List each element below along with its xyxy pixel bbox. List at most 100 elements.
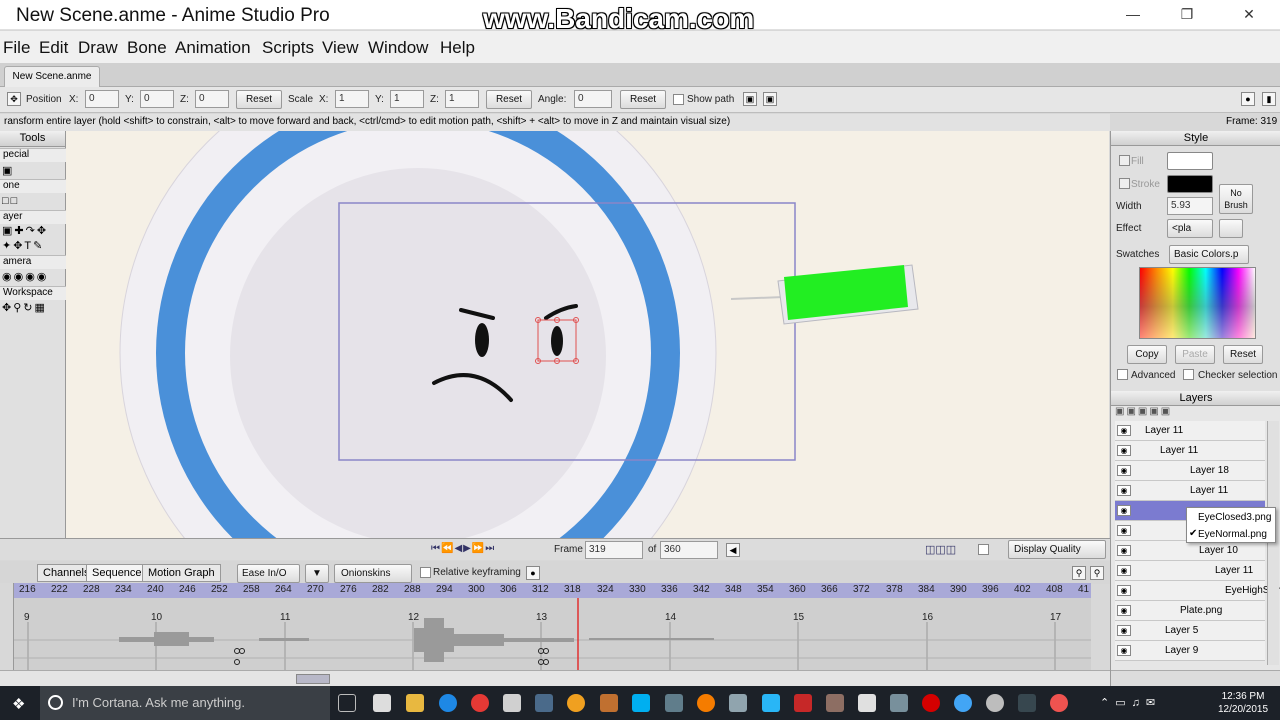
layer-row[interactable]: ◉ Plate.png bbox=[1115, 601, 1265, 621]
popup-item-eyenormal[interactable]: EyeNormal.png bbox=[1198, 529, 1267, 540]
app-icon[interactable] bbox=[697, 694, 715, 712]
menu-scripts[interactable]: Scripts bbox=[262, 38, 314, 58]
layer-row[interactable]: ◉ Layer 10 bbox=[1115, 541, 1265, 561]
menu-bone[interactable]: Bone bbox=[127, 38, 167, 58]
cortana-search[interactable]: I'm Cortana. Ask me anything. bbox=[40, 686, 330, 720]
visibility-icon[interactable]: ◉ bbox=[1117, 565, 1131, 576]
lock-icon[interactable]: ● bbox=[526, 566, 540, 580]
tab-motion-graph[interactable]: Motion Graph bbox=[142, 564, 221, 582]
app-icon[interactable] bbox=[890, 694, 908, 712]
stroke-color-swatch[interactable] bbox=[1167, 175, 1213, 193]
scale-reset-button[interactable]: Reset bbox=[486, 90, 532, 109]
app-icon[interactable] bbox=[665, 694, 683, 712]
maximize-button[interactable]: ❐ bbox=[1164, 0, 1210, 30]
timeline-tracks[interactable]: 9 10 11 12 13 14 15 16 17 bbox=[14, 598, 1091, 670]
app-icon[interactable] bbox=[954, 694, 972, 712]
show-path-checkbox[interactable] bbox=[673, 94, 684, 105]
flip-h-icon[interactable]: ▣ bbox=[743, 92, 757, 106]
display-toggle-checkbox[interactable] bbox=[978, 544, 989, 555]
visibility-icon[interactable]: ◉ bbox=[1117, 485, 1131, 496]
app-icon[interactable] bbox=[794, 694, 812, 712]
brush-button[interactable]: No Brush bbox=[1219, 184, 1253, 214]
visibility-icon[interactable]: ◉ bbox=[1117, 465, 1131, 476]
app-icon[interactable] bbox=[762, 694, 780, 712]
stroke-checkbox[interactable] bbox=[1119, 178, 1130, 189]
effect-dropdown[interactable]: <pla bbox=[1167, 219, 1213, 238]
zoom-in-icon[interactable]: ⚲ bbox=[1090, 566, 1104, 580]
anime-studio-icon[interactable] bbox=[535, 694, 553, 712]
visibility-icon[interactable]: ◉ bbox=[1117, 605, 1131, 616]
menu-draw[interactable]: Draw bbox=[78, 38, 118, 58]
layer-row[interactable]: ◉ Layer 11 bbox=[1115, 561, 1265, 581]
visibility-icon[interactable]: ◉ bbox=[1117, 445, 1131, 456]
copy-button[interactable]: Copy bbox=[1127, 345, 1167, 364]
visibility-icon[interactable]: ◉ bbox=[1117, 625, 1131, 636]
layer-row[interactable]: ◉ Layer 9 bbox=[1115, 641, 1265, 661]
position-z-field[interactable]: 0 bbox=[195, 90, 229, 108]
layer-tools-row1[interactable]: ▣✚↷✥ bbox=[2, 224, 48, 237]
layer-row[interactable]: ◉ EyeHighSlar bbox=[1115, 581, 1280, 601]
fill-checkbox[interactable] bbox=[1119, 155, 1130, 166]
checker-selection-checkbox[interactable] bbox=[1183, 369, 1194, 380]
color-swatches-grid[interactable] bbox=[1139, 267, 1256, 339]
scale-y-field[interactable]: 1 bbox=[390, 90, 424, 108]
position-reset-button[interactable]: Reset bbox=[236, 90, 282, 109]
minimize-button[interactable]: — bbox=[1110, 0, 1156, 30]
app-icon[interactable] bbox=[858, 694, 876, 712]
visibility-icon[interactable]: ◉ bbox=[1117, 585, 1131, 596]
visibility-icon[interactable]: ◉ bbox=[1117, 425, 1131, 436]
store-icon[interactable] bbox=[373, 694, 391, 712]
bone-tools-icon[interactable]: □□ bbox=[2, 195, 19, 207]
scrollbar-thumb[interactable] bbox=[296, 674, 330, 684]
app-icon[interactable] bbox=[986, 694, 1004, 712]
app-icon[interactable] bbox=[567, 694, 585, 712]
layers-scrollbar[interactable] bbox=[1267, 421, 1279, 665]
special-tool-icon[interactable]: ▣ bbox=[2, 164, 14, 177]
canvas[interactable] bbox=[66, 131, 1109, 538]
position-x-field[interactable]: 0 bbox=[85, 90, 119, 108]
advanced-checkbox[interactable] bbox=[1117, 369, 1128, 380]
start-windows-icon[interactable]: ❖ bbox=[12, 695, 25, 713]
layer-row[interactable]: ◉ Layer 5 bbox=[1115, 621, 1265, 641]
view-mode-icons[interactable]: ◫◫◫ bbox=[925, 543, 956, 556]
angle-reset-button[interactable]: Reset bbox=[620, 90, 666, 109]
menu-window[interactable]: Window bbox=[368, 38, 428, 58]
zoom-out-icon[interactable]: ⚲ bbox=[1072, 566, 1086, 580]
visibility-icon[interactable]: ◉ bbox=[1117, 505, 1131, 516]
interpolation-options-icon[interactable]: ▼ bbox=[305, 564, 329, 583]
visibility-icon[interactable]: ◉ bbox=[1117, 525, 1131, 536]
workspace-tools-icons[interactable]: ✥⚲↻▦ bbox=[2, 301, 47, 314]
angle-field[interactable]: 0 bbox=[574, 90, 612, 108]
skype-icon[interactable] bbox=[632, 694, 650, 712]
position-y-field[interactable]: 0 bbox=[140, 90, 174, 108]
clock[interactable]: 12:36 PM 12/20/2015 bbox=[1218, 690, 1268, 716]
width-field[interactable]: 5.93 bbox=[1167, 197, 1213, 215]
visibility-icon[interactable]: ◉ bbox=[1117, 545, 1131, 556]
scale-z-field[interactable]: 1 bbox=[445, 90, 479, 108]
effect-edit-button[interactable] bbox=[1219, 219, 1243, 238]
display-quality-dropdown[interactable]: Display Quality bbox=[1008, 540, 1106, 559]
frame-field[interactable]: 319 bbox=[585, 541, 643, 559]
loop-icon[interactable]: ◀ bbox=[726, 543, 740, 557]
interpolation-dropdown[interactable]: Ease In/O bbox=[237, 564, 300, 583]
chrome-icon[interactable] bbox=[471, 694, 489, 712]
app-icon[interactable] bbox=[826, 694, 844, 712]
app-icon[interactable] bbox=[729, 694, 747, 712]
menu-file[interactable]: File bbox=[3, 38, 30, 58]
menu-edit[interactable]: Edit bbox=[39, 38, 68, 58]
playback-controls-icon[interactable]: ⏮⏪◀▶⏩⏭ bbox=[431, 543, 495, 554]
app-icon[interactable] bbox=[600, 694, 618, 712]
layer-toolbar-icons[interactable]: ▣▣▣▣▣ bbox=[1115, 406, 1172, 417]
style-reset-button[interactable]: Reset bbox=[1223, 345, 1263, 364]
menu-animation[interactable]: Animation bbox=[175, 38, 251, 58]
tray-icons[interactable]: ⌃▭♫✉ bbox=[1100, 696, 1161, 709]
app-icon[interactable] bbox=[503, 694, 521, 712]
layer-row[interactable]: ◉ Layer 11 bbox=[1115, 481, 1265, 501]
menu-view[interactable]: View bbox=[322, 38, 359, 58]
total-frames-field[interactable]: 360 bbox=[660, 541, 718, 559]
flip-v-icon[interactable]: ▣ bbox=[763, 92, 777, 106]
close-button[interactable]: ✕ bbox=[1226, 0, 1272, 30]
layers-hscrollbar[interactable] bbox=[1111, 670, 1280, 686]
bandicam-icon[interactable] bbox=[922, 694, 940, 712]
popup-item-eyeclosed[interactable]: EyeClosed3.png bbox=[1198, 512, 1271, 523]
